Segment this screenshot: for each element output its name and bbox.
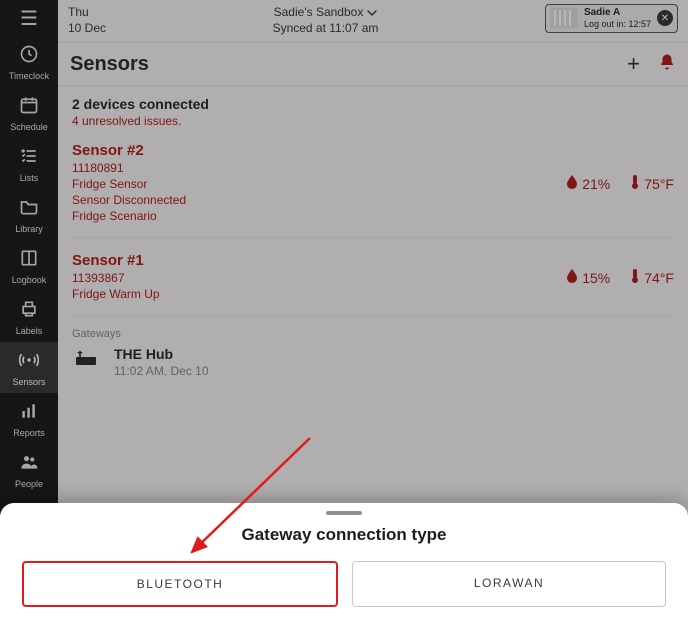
option-lorawan[interactable]: LORAWAN	[352, 561, 666, 607]
thermometer-icon	[630, 268, 640, 287]
nav-label: Lists	[20, 173, 39, 183]
droplet-icon	[566, 175, 578, 192]
gateways-heading: Gateways	[72, 328, 674, 340]
menu-button[interactable]: ☰	[0, 0, 58, 36]
day-label: Thu	[68, 4, 106, 20]
unresolved-issues: 4 unresolved issues.	[72, 114, 674, 128]
sandbox-selector[interactable]: Sadie's Sandbox	[274, 4, 378, 20]
sheet-handle[interactable]	[326, 511, 362, 515]
nav-people[interactable]: People	[0, 444, 58, 495]
droplet-icon	[566, 269, 578, 286]
nav-label: Schedule	[10, 122, 48, 132]
humidity: 15%	[566, 269, 610, 286]
sensor-name: Sensor #2	[72, 142, 566, 159]
book-icon	[19, 248, 39, 271]
user-box[interactable]: Sadie A Log out in: 12:57 ✕	[545, 4, 678, 33]
page-title: Sensors	[70, 53, 627, 76]
nav-label: Sensors	[12, 377, 45, 387]
thermometer-icon	[630, 174, 640, 193]
sensor-id: 11180891	[72, 161, 566, 175]
temperature: 74°F	[630, 268, 674, 287]
folder-icon	[19, 197, 39, 220]
nav-sensors[interactable]: Sensors	[0, 342, 58, 393]
date-label: 10 Dec	[68, 20, 106, 36]
nav-label: Labels	[16, 326, 43, 336]
clock-icon	[19, 44, 39, 67]
nav-lists[interactable]: Lists	[0, 138, 58, 189]
nav-labels[interactable]: Labels	[0, 291, 58, 342]
sheet-title: Gateway connection type	[0, 525, 688, 545]
gateway-icon	[72, 346, 100, 368]
nav-logbook[interactable]: Logbook	[0, 240, 58, 291]
sensor-row[interactable]: Sensor #2 11180891 Fridge Sensor Sensor Dis…	[72, 128, 674, 238]
sensor-id: 11393867	[72, 271, 566, 285]
chart-icon	[19, 401, 39, 424]
logout-timer: Log out in: 12:57	[584, 19, 651, 30]
gateway-row[interactable]: THE Hub 11:02 AM, Dec 10	[72, 346, 674, 378]
nav-timeclock[interactable]: Timeclock	[0, 36, 58, 87]
nav-reports[interactable]: Reports	[0, 393, 58, 444]
top-bar: Thu 10 Dec Sadie's Sandbox Synced at 11:…	[58, 0, 688, 43]
page-header: Sensors +	[58, 43, 688, 86]
nav-label: Library	[15, 224, 43, 234]
nav-schedule[interactable]: Schedule	[0, 87, 58, 138]
nav-library[interactable]: Library	[0, 189, 58, 240]
add-button[interactable]: +	[627, 51, 640, 77]
user-name: Sadie A	[584, 7, 651, 19]
summary: 2 devices connected 4 unresolved issues.	[72, 96, 674, 128]
sensor-line: Fridge Scenario	[72, 209, 566, 223]
sensor-line: Fridge Sensor	[72, 177, 566, 191]
synced-label: Synced at 11:07 am	[106, 20, 545, 36]
people-icon	[19, 452, 39, 475]
sensor-row[interactable]: Sensor #1 11393867 Fridge Warm Up15% 74°F	[72, 238, 674, 316]
sensor-line: Sensor Disconnected	[72, 193, 566, 207]
nav-label: People	[15, 479, 43, 489]
gateway-time: 11:02 AM, Dec 10	[114, 364, 209, 378]
option-bluetooth[interactable]: BLUETOOTH	[22, 561, 338, 607]
nav-label: Logbook	[12, 275, 47, 285]
sensor-name: Sensor #1	[72, 252, 566, 269]
temperature: 75°F	[630, 174, 674, 193]
alerts-icon[interactable]	[658, 53, 676, 76]
close-icon[interactable]: ✕	[657, 10, 673, 26]
sandbox-name: Sadie's Sandbox	[274, 4, 364, 20]
list-icon	[19, 146, 39, 169]
gateway-name: THE Hub	[114, 346, 209, 362]
bottom-sheet: Gateway connection type BLUETOOTH LORAWA…	[0, 503, 688, 637]
humidity: 21%	[566, 175, 610, 192]
avatar	[550, 7, 578, 29]
sensor-line: Fridge Warm Up	[72, 287, 566, 301]
signal-icon	[19, 350, 39, 373]
current-date: Thu 10 Dec	[68, 4, 106, 36]
chevron-down-icon	[367, 4, 377, 20]
calendar-icon	[19, 95, 39, 118]
nav-label: Timeclock	[9, 71, 49, 81]
devices-connected: 2 devices connected	[72, 96, 674, 112]
printer-icon	[19, 299, 39, 322]
nav-label: Reports	[13, 428, 45, 438]
